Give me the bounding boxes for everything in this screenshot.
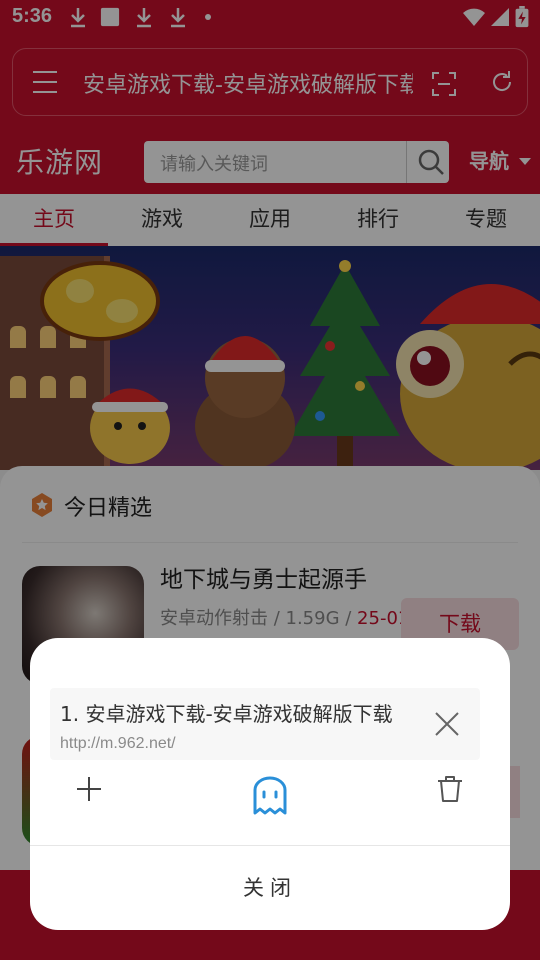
open-tab-url: http://m.962.net/ (60, 735, 176, 752)
tab-manager-dialog: 1. 安卓游戏下载-安卓游戏破解版下载 http://m.962.net/ 关闭 (30, 638, 510, 930)
trash-icon[interactable] (437, 775, 463, 803)
close-tab-icon[interactable] (434, 711, 460, 737)
incognito-ghost-icon[interactable] (250, 776, 290, 816)
open-tab-title[interactable]: 1. 安卓游戏下载-安卓游戏破解版下载 (60, 698, 400, 727)
open-tab-item[interactable]: 1. 安卓游戏下载-安卓游戏破解版下载 http://m.962.net/ (50, 688, 480, 760)
add-tab-icon[interactable] (76, 776, 102, 802)
close-dialog-button[interactable]: 关闭 (30, 846, 510, 930)
